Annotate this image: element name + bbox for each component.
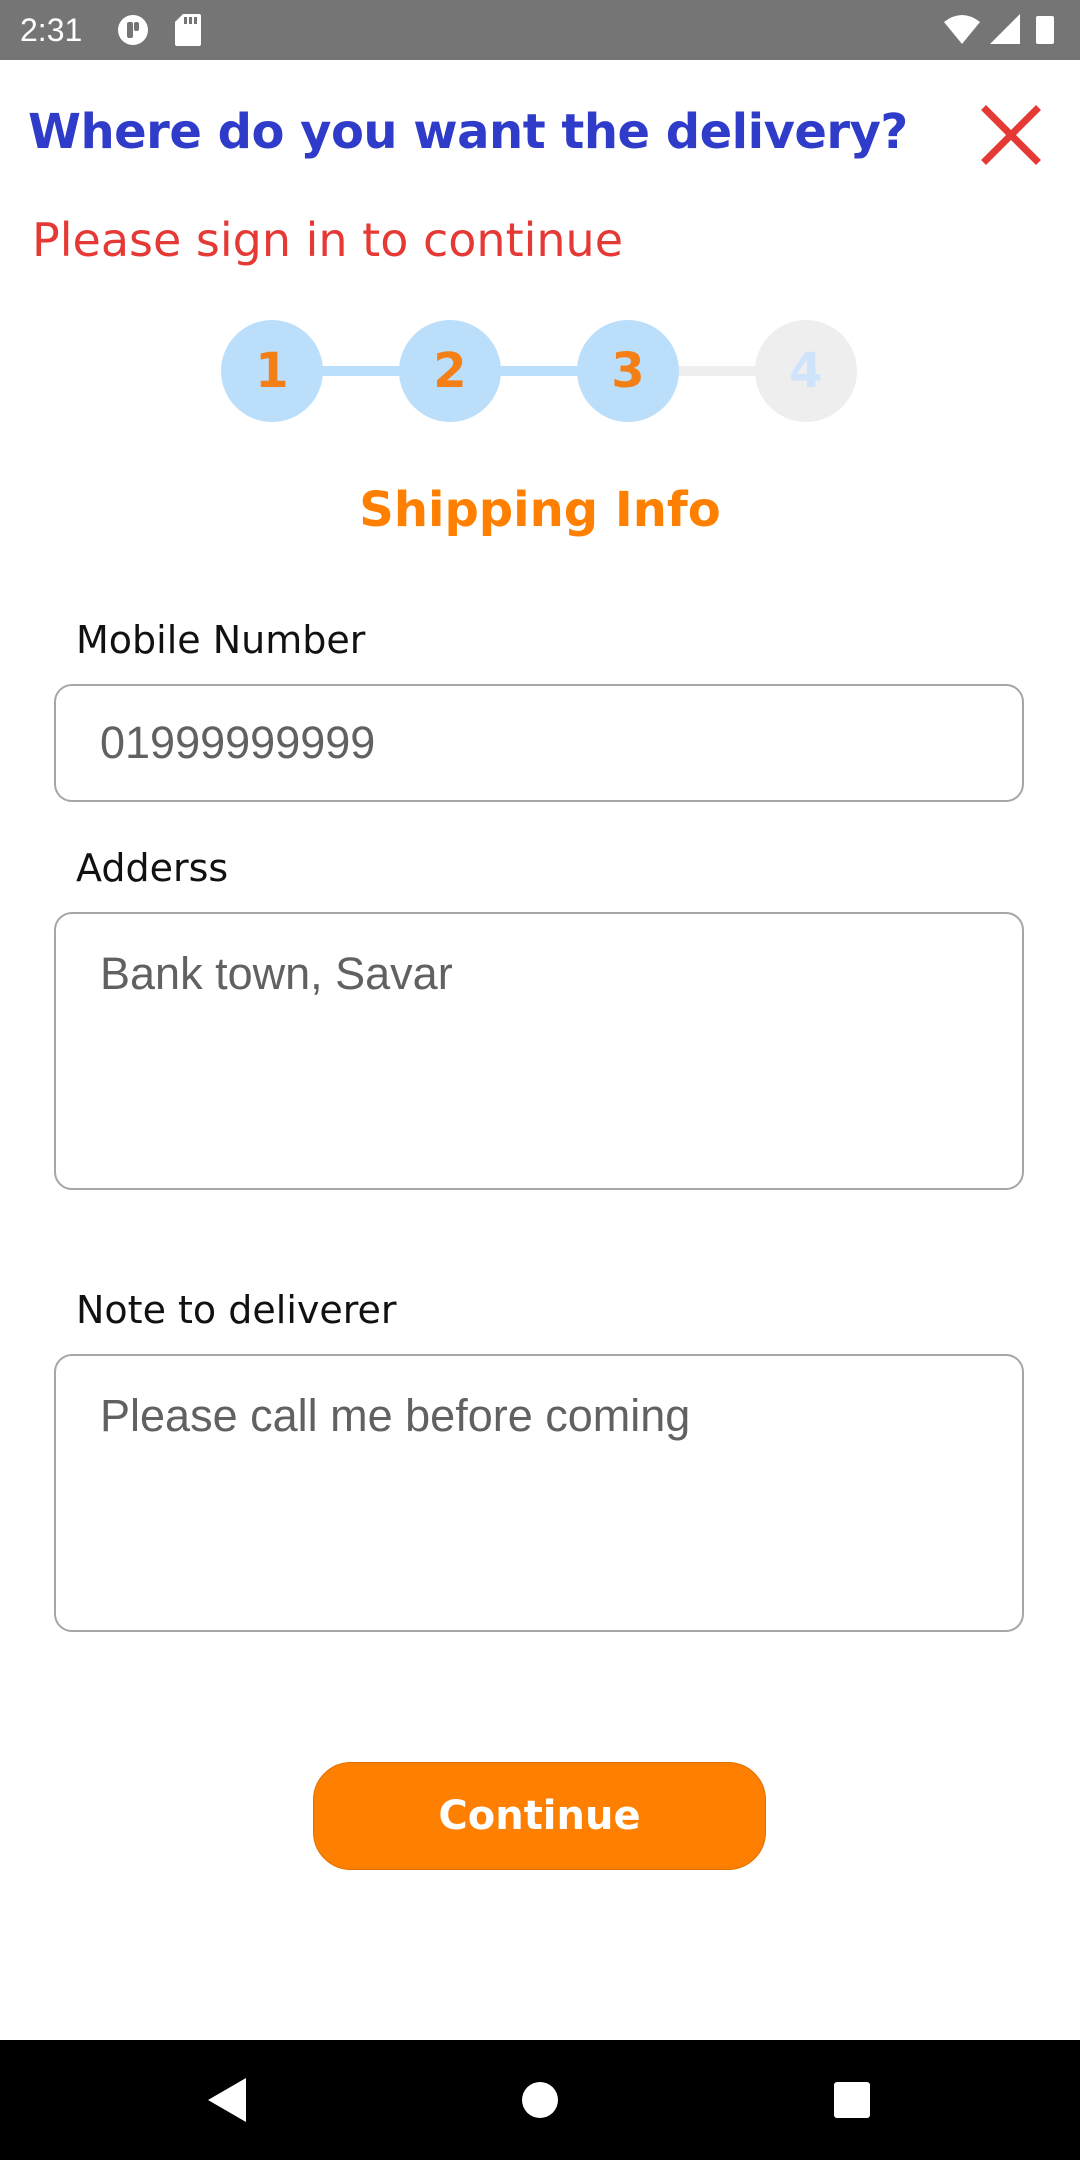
step-4: 4 [755,320,857,422]
status-right-icons [944,14,1054,44]
step-1: 1 [221,320,323,422]
step-connector-1-2 [321,366,401,376]
battery-icon [1036,16,1054,44]
sign-in-message[interactable]: Please sign in to continue [32,210,623,270]
continue-button[interactable]: Continue [313,1762,766,1870]
step-connector-2-3 [499,366,579,376]
note-label: Note to deliverer [76,1288,397,1332]
back-icon[interactable] [198,2072,254,2128]
navigation-bar [0,2040,1080,2160]
sd-card-icon [175,14,201,46]
close-icon[interactable] [980,104,1042,166]
step-3: 3 [577,320,679,422]
step-connector-3-4 [677,366,757,376]
section-title: Shipping Info [359,482,721,538]
mobile-number-label: Mobile Number [76,618,366,662]
page-title: Where do you want the delivery? [28,104,908,160]
step-2: 2 [399,320,501,422]
signal-icon [990,14,1020,44]
home-icon[interactable] [512,2072,568,2128]
recents-icon[interactable] [824,2072,880,2128]
wifi-icon [944,15,980,44]
address-input[interactable]: Bank town, Savar [54,912,1024,1190]
address-label: Adderss [76,846,229,890]
status-bar: 2:31 [0,0,1080,60]
mobile-number-input[interactable]: 01999999999 [54,684,1024,802]
progress-stepper: 1 2 3 4 [221,320,859,422]
note-input[interactable]: Please call me before coming [54,1354,1024,1632]
status-time: 2:31 [20,12,83,48]
notification-icon [118,15,148,45]
